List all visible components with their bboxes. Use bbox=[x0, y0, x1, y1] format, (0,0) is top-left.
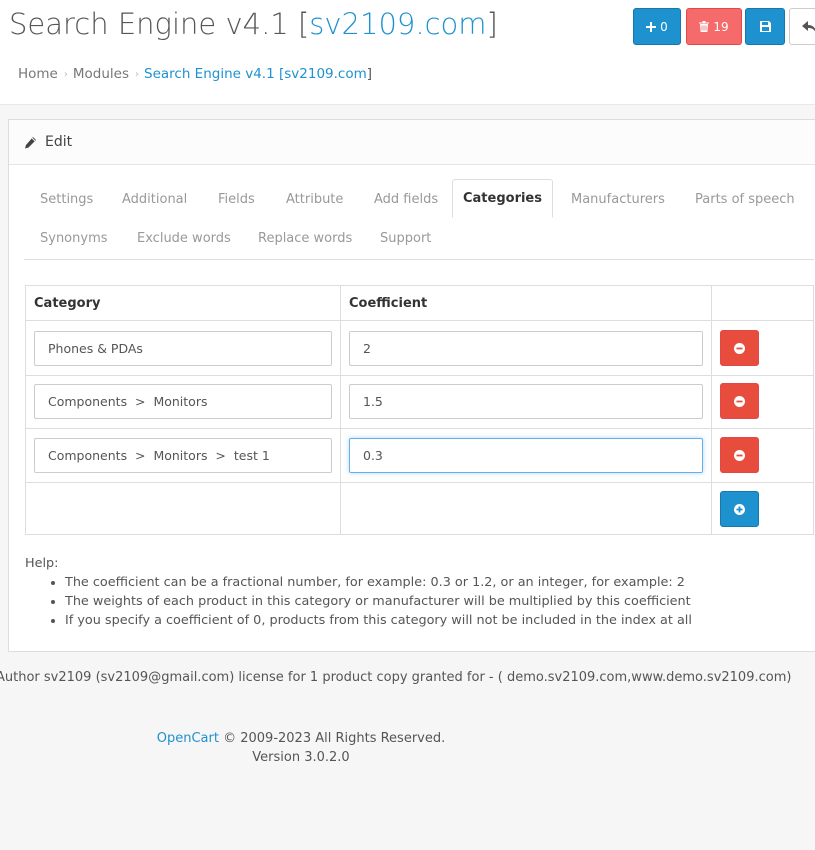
tab-additional[interactable]: Additional bbox=[122, 192, 187, 207]
remove-row-button[interactable] bbox=[720, 383, 759, 419]
column-divider bbox=[340, 286, 341, 534]
breadcrumb-home[interactable]: Home bbox=[18, 66, 58, 82]
breadcrumb-current[interactable]: Search Engine v4.1 [sv2109.com bbox=[144, 66, 367, 82]
tab-settings[interactable]: Settings bbox=[40, 192, 93, 207]
header-coefficient: Coefficient bbox=[349, 296, 428, 311]
tab-bar: Settings Additional Fields Attribute Add… bbox=[24, 179, 814, 260]
breadcrumb-separator-icon: › bbox=[135, 68, 139, 80]
pencil-icon bbox=[25, 136, 36, 148]
row-divider bbox=[26, 375, 813, 376]
reply-icon bbox=[802, 20, 815, 31]
help-item: The coefficient can be a fractional numb… bbox=[65, 573, 692, 592]
minus-circle-icon bbox=[734, 342, 745, 354]
category-coefficient-table: Category Coefficient Phones & PDAs 2 Com… bbox=[25, 285, 814, 535]
help-list: The coefficient can be a fractional numb… bbox=[25, 573, 692, 630]
footer-copyright: © 2009-2023 All Rights Reserved. bbox=[218, 731, 446, 746]
delete-count: 19 bbox=[713, 19, 729, 34]
breadcrumb-modules[interactable]: Modules bbox=[73, 66, 129, 82]
minus-circle-icon bbox=[734, 449, 745, 461]
title-prefix: Search Engine v4.1 [ bbox=[9, 7, 310, 41]
column-divider bbox=[711, 286, 712, 534]
opencart-link[interactable]: OpenCart bbox=[157, 731, 219, 746]
category-input[interactable]: Components > Monitors > test 1 bbox=[34, 438, 332, 473]
coefficient-input[interactable]: 1.5 bbox=[349, 384, 703, 419]
add-button[interactable]: 0 bbox=[633, 8, 681, 45]
title-site: sv2109.com bbox=[309, 7, 487, 41]
author-license-line: Author sv2109 (sv2109@gmail.com) license… bbox=[0, 670, 792, 685]
header-category: Category bbox=[34, 296, 101, 311]
help-item: The weights of each product in this cate… bbox=[65, 592, 692, 611]
category-input[interactable]: Phones & PDAs bbox=[34, 331, 332, 366]
footer: OpenCart © 2009-2023 All Rights Reserved… bbox=[0, 729, 602, 767]
page-header: Search Engine v4.1 [sv2109.com] 0 19 Hom… bbox=[0, 0, 815, 105]
minus-circle-icon bbox=[734, 395, 745, 407]
row-divider bbox=[26, 428, 813, 429]
row-divider bbox=[26, 320, 813, 321]
edit-panel: Edit Settings Additional Fields Attribut… bbox=[8, 119, 815, 652]
plus-circle-icon bbox=[734, 503, 745, 515]
add-count: 0 bbox=[660, 19, 668, 34]
tab-manufacturers[interactable]: Manufacturers bbox=[571, 192, 665, 207]
row-divider bbox=[26, 482, 813, 483]
panel-heading: Edit bbox=[9, 120, 815, 165]
tab-parts-of-speech[interactable]: Parts of speech bbox=[695, 192, 795, 207]
breadcrumb-separator-icon: › bbox=[63, 68, 68, 80]
remove-row-button[interactable] bbox=[720, 437, 759, 473]
panel-title: Edit bbox=[45, 134, 73, 150]
help-title: Help: bbox=[25, 556, 59, 571]
tab-fields[interactable]: Fields bbox=[218, 192, 255, 207]
tab-support[interactable]: Support bbox=[380, 231, 431, 246]
plus-icon bbox=[646, 21, 657, 32]
help-section: Help: The coefficient can be a fractiona… bbox=[25, 554, 692, 630]
tab-add-fields[interactable]: Add fields bbox=[374, 192, 438, 207]
save-icon bbox=[759, 21, 771, 32]
category-input[interactable]: Components > Monitors bbox=[34, 384, 332, 419]
back-button[interactable] bbox=[789, 8, 815, 45]
footer-copyright-line: OpenCart © 2009-2023 All Rights Reserved… bbox=[0, 729, 602, 748]
breadcrumb: Home › Modules › Search Engine v4.1 [sv2… bbox=[18, 66, 372, 82]
coefficient-input[interactable]: 2 bbox=[349, 331, 703, 366]
help-item: If you specify a coefficient of 0, produ… bbox=[65, 611, 692, 630]
footer-version: Version 3.0.2.0 bbox=[252, 750, 350, 765]
trash-icon bbox=[699, 21, 710, 32]
tab-categories[interactable]: Categories bbox=[452, 179, 553, 218]
tab-attribute[interactable]: Attribute bbox=[286, 192, 343, 207]
title-suffix: ] bbox=[486, 7, 498, 41]
tab-replace-words[interactable]: Replace words bbox=[258, 231, 352, 246]
add-row-button[interactable] bbox=[720, 491, 759, 527]
coefficient-input[interactable]: 0.3 bbox=[349, 438, 703, 473]
page-title: Search Engine v4.1 [sv2109.com] bbox=[9, 7, 498, 41]
save-button[interactable] bbox=[745, 8, 785, 45]
tab-synonyms[interactable]: Synonyms bbox=[40, 231, 108, 246]
breadcrumb-tail: ] bbox=[366, 66, 373, 82]
delete-button[interactable]: 19 bbox=[686, 8, 742, 45]
remove-row-button[interactable] bbox=[720, 330, 759, 366]
tab-exclude-words[interactable]: Exclude words bbox=[137, 231, 231, 246]
